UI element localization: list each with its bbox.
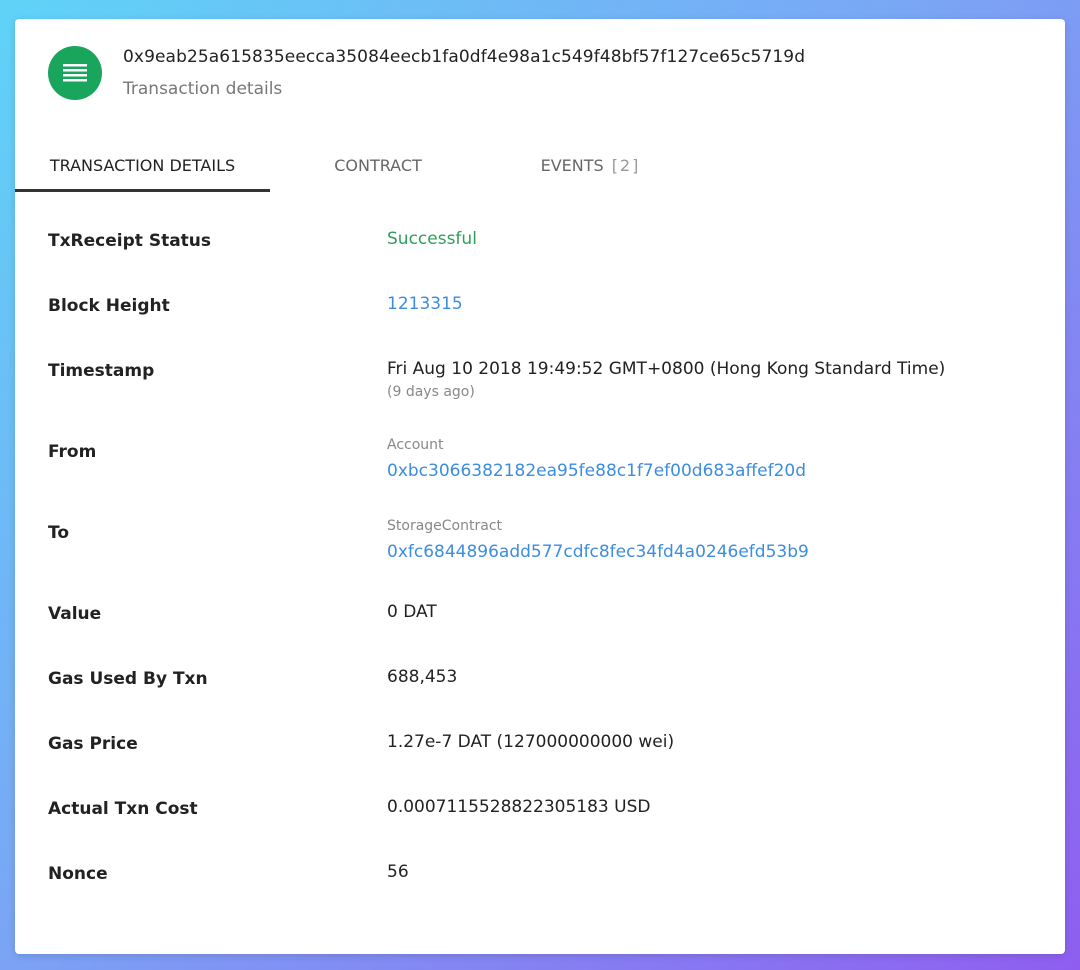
tab-contract[interactable]: CONTRACT: [270, 139, 486, 191]
transaction-hash: 0x9eab25a615835eecca35084eecb1fa0df4e98a…: [123, 47, 806, 67]
gas-used-label: Gas Used By Txn: [48, 669, 208, 689]
transaction-header: 0x9eab25a615835eecca35084eecb1fa0df4e98a…: [15, 19, 1065, 119]
tab-label: TRANSACTION DETAILS: [49, 155, 236, 175]
events-count-badge: [2]: [611, 155, 641, 175]
from-type: Account: [387, 437, 444, 453]
page-subtitle: Transaction details: [123, 79, 283, 99]
value-amount: 0 DAT: [387, 602, 437, 622]
timestamp-relative: (9 days ago): [387, 384, 475, 400]
to-type: StorageContract: [387, 518, 503, 534]
status-value: Successful: [387, 229, 477, 249]
tab-label: EVENTS: [540, 155, 604, 175]
actual-cost-value: 0.0007115528822305183 USD: [387, 797, 651, 817]
nonce-label: Nonce: [48, 864, 108, 884]
gas-price-label: Gas Price: [48, 734, 138, 754]
from-address-link[interactable]: 0xbc3066382182ea95fe88c1f7ef00d683affef2…: [387, 461, 806, 481]
tab-transaction-details[interactable]: TRANSACTION DETAILS: [15, 139, 270, 191]
nonce-value: 56: [387, 862, 409, 882]
gas-price-value: 1.27e-7 DAT (127000000000 wei): [387, 732, 675, 752]
tab-bar: TRANSACTION DETAILS CONTRACT EVENTS [2]: [15, 139, 1065, 191]
block-height-link[interactable]: 1213315: [387, 294, 463, 314]
block-height-label: Block Height: [48, 296, 170, 316]
list-icon: [48, 46, 102, 100]
from-label: From: [48, 442, 97, 462]
gas-used-value: 688,453: [387, 667, 458, 687]
transaction-card: 0x9eab25a615835eecca35084eecb1fa0df4e98a…: [15, 19, 1065, 954]
actual-cost-label: Actual Txn Cost: [48, 799, 198, 819]
to-address-link[interactable]: 0xfc6844896add577cdfc8fec34fd4a0246efd53…: [387, 542, 809, 562]
tab-label: CONTRACT: [334, 155, 422, 175]
value-label: Value: [48, 604, 102, 624]
tab-events[interactable]: EVENTS [2]: [486, 139, 695, 191]
active-tab-indicator: [15, 189, 270, 192]
timestamp-label: Timestamp: [48, 361, 155, 381]
timestamp-value: Fri Aug 10 2018 19:49:52 GMT+0800 (Hong …: [387, 359, 946, 379]
status-label: TxReceipt Status: [48, 231, 212, 251]
to-label: To: [48, 523, 70, 543]
